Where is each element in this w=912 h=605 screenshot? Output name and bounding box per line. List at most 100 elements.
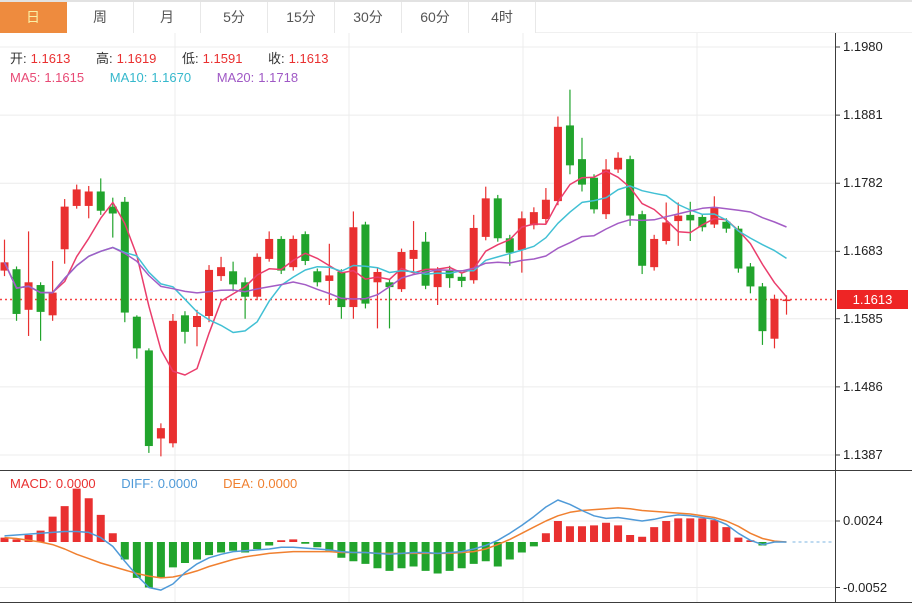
candle-body: [73, 189, 81, 206]
candle-body: [578, 159, 586, 184]
macd-bar: [157, 542, 165, 578]
macd-bar: [518, 542, 526, 553]
macd-bar: [265, 542, 273, 546]
high-value: 1.1619: [117, 51, 157, 66]
tab-day[interactable]: 日: [0, 2, 67, 33]
macd-value: 0.0000: [56, 476, 96, 491]
candle-body: [530, 212, 538, 225]
macd-bar: [385, 542, 393, 571]
candle-body: [301, 234, 309, 261]
tab-week[interactable]: 周: [67, 2, 134, 33]
macd-bar: [698, 518, 706, 542]
ma-legend: MA5:1.1615 MA10:1.1670 MA20:1.1718: [10, 70, 302, 85]
macd-bar: [37, 531, 45, 542]
y-axis-label: 1.1683: [843, 243, 883, 258]
candle-body: [205, 270, 213, 316]
macd-bar: [181, 542, 189, 563]
tab-month[interactable]: 月: [134, 2, 201, 33]
y-axis-label: 1.1782: [843, 175, 883, 190]
macd-bar: [506, 542, 514, 560]
candle-body: [361, 225, 369, 304]
ma10-label: MA10:: [110, 70, 148, 85]
tab-4hour[interactable]: 4时: [469, 2, 536, 33]
macd-bar: [590, 525, 598, 542]
macd-bar: [530, 542, 538, 546]
macd-bar: [554, 521, 562, 542]
macd-bar: [301, 542, 309, 544]
candle-body: [97, 191, 105, 210]
y-axis-label: 1.1486: [843, 379, 883, 394]
candle-body: [169, 321, 177, 443]
candle-body: [686, 215, 694, 221]
candle-body: [614, 158, 622, 170]
candle-body: [783, 299, 791, 301]
tab-15min[interactable]: 15分: [268, 2, 335, 33]
macd-bar: [422, 542, 430, 571]
candle-body: [734, 229, 742, 269]
open-value: 1.1613: [31, 51, 71, 66]
macd-bar: [49, 517, 57, 542]
candle-body: [181, 315, 189, 332]
chart-canvas[interactable]: [0, 0, 912, 605]
macd-bar: [205, 542, 213, 555]
high-label: 高:: [96, 51, 113, 66]
candle-body: [470, 228, 478, 280]
macd-bar: [313, 542, 321, 547]
candle-body: [85, 191, 93, 205]
open-label: 开:: [10, 51, 27, 66]
macd-bar: [217, 542, 225, 553]
macd-bar: [578, 526, 586, 542]
candle-body: [746, 266, 754, 286]
y-axis-label: 1.1387: [843, 447, 883, 462]
y-axis-label: 1.1980: [843, 39, 883, 54]
candle-body: [638, 214, 646, 266]
candle-body: [193, 316, 201, 327]
macd-bar: [229, 542, 237, 551]
macd-bar: [662, 521, 670, 542]
price-axis: 1.1613 1.19801.18811.17821.16831.15851.1…: [836, 0, 912, 605]
ma10-value: 1.1670: [151, 70, 191, 85]
dea-label: DEA:: [223, 476, 253, 491]
macd-bar: [410, 542, 418, 567]
candle-body: [758, 286, 766, 331]
macd-bar: [566, 526, 574, 542]
y-axis-label: 1.1585: [843, 311, 883, 326]
candle-body: [49, 293, 57, 316]
candle-body: [265, 239, 273, 259]
ma5-label: MA5:: [10, 70, 40, 85]
candle-body: [313, 271, 321, 282]
candle-body: [37, 285, 45, 312]
macd-bar: [145, 542, 153, 588]
candle-body: [337, 272, 345, 307]
candle-body: [145, 350, 153, 446]
tab-5min[interactable]: 5分: [201, 2, 268, 33]
tab-30min[interactable]: 30分: [335, 2, 402, 33]
macd-bar: [373, 542, 381, 568]
macd-bar: [61, 506, 69, 542]
macd-bar: [253, 542, 261, 549]
low-value: 1.1591: [203, 51, 243, 66]
macd-bar: [638, 537, 646, 542]
y-axis-label: -0.0052: [843, 580, 887, 595]
macd-bar: [193, 542, 201, 560]
ma5-value: 1.1615: [44, 70, 84, 85]
kline-chart-page: 日 周 月 5分 15分 30分 60分 4时 开: 1.1613 高: 1.161…: [0, 0, 912, 605]
diff-label: DIFF:: [121, 476, 154, 491]
y-axis-label: 1.1881: [843, 107, 883, 122]
candle-body: [494, 198, 502, 238]
macd-bar: [614, 525, 622, 542]
ma20-label: MA20:: [217, 70, 255, 85]
macd-bar: [686, 518, 694, 542]
candle-body: [325, 275, 333, 281]
tab-60min[interactable]: 60分: [402, 2, 469, 33]
candle-body: [277, 239, 285, 271]
timeframe-tabbar: 日 周 月 5分 15分 30分 60分 4时: [0, 0, 912, 33]
macd-bar: [458, 542, 466, 568]
macd-bar: [722, 527, 730, 542]
candle-body: [554, 127, 562, 201]
close-value: 1.1613: [289, 51, 329, 66]
macd-bar: [337, 542, 345, 558]
macd-bar: [650, 527, 658, 542]
candle-body: [662, 222, 670, 241]
candle-body: [566, 125, 574, 165]
